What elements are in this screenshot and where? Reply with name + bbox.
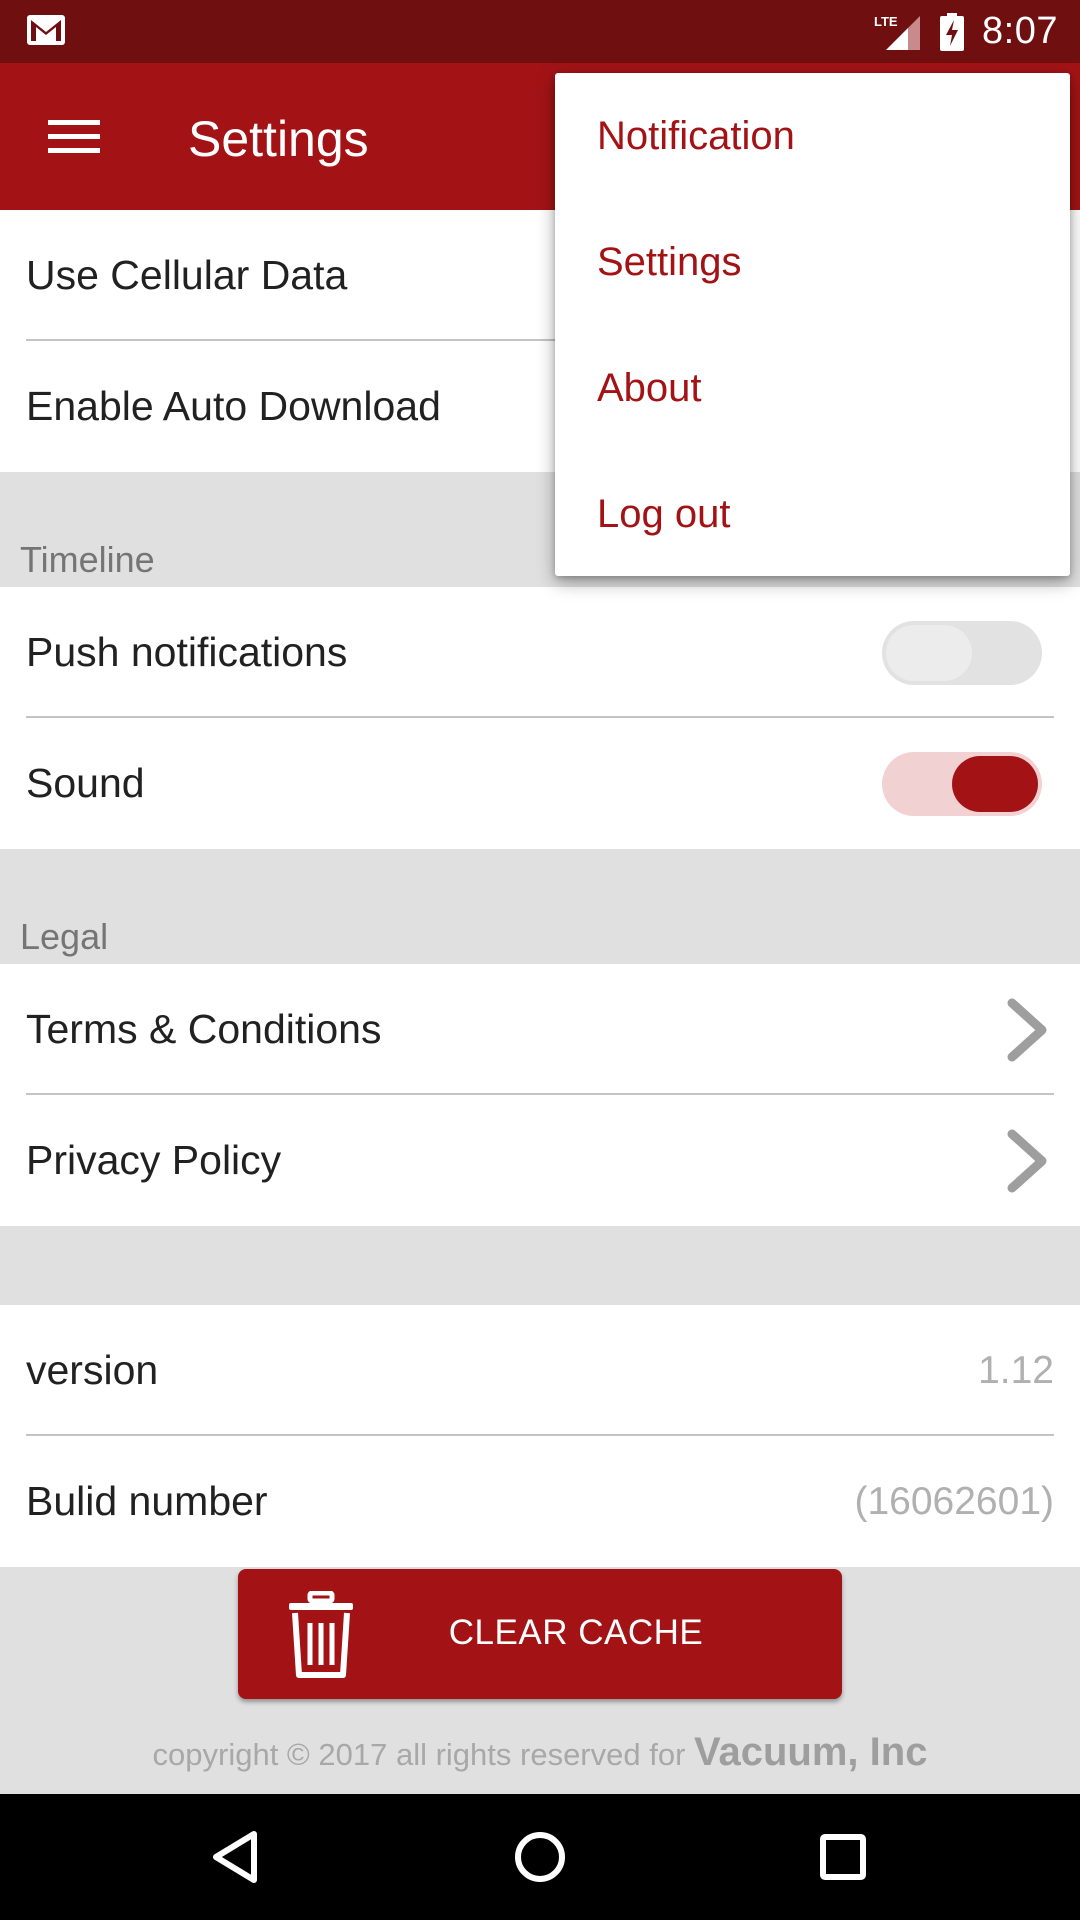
setting-label: Terms & Conditions [26,1006,382,1052]
toggle-knob [952,755,1038,812]
toggle-knob [886,624,972,681]
clear-cache-button[interactable]: CLEAR CACHE [238,1569,842,1699]
page-title: Settings [188,111,369,167]
chevron-right-icon [1007,1129,1047,1192]
menu-item-about[interactable]: About [555,325,1070,451]
section-header-legal: Legal [0,849,1080,964]
overflow-menu: Notification Settings About Log out [555,73,1070,576]
chevron-right-icon [1007,998,1047,1061]
setting-label: Push notifications [26,629,348,675]
setting-privacy-policy[interactable]: Privacy Policy [0,1095,1080,1226]
info-value: (16062601) [854,1479,1055,1523]
recents-icon[interactable] [808,1822,878,1892]
info-value: 1.12 [978,1348,1054,1392]
setting-label: Privacy Policy [26,1137,282,1183]
section-spacer [0,1226,1080,1305]
menu-item-notification[interactable]: Notification [555,73,1070,199]
company-name: Vacuum, Inc [694,1730,928,1774]
clear-cache-label: CLEAR CACHE [448,1613,704,1652]
setting-push-notifications: Push notifications [0,587,1080,718]
menu-item-settings[interactable]: Settings [555,199,1070,325]
section-label: Legal [20,916,109,957]
setting-label: Sound [26,760,145,806]
info-label: version [26,1347,159,1393]
info-build-number: Bulid number (16062601) [0,1436,1080,1567]
setting-label: Enable Auto Download [26,383,441,429]
system-nav-bar [0,1794,1080,1920]
signal-icon: LTE [874,14,921,50]
home-icon[interactable] [505,1822,575,1892]
menu-item-log-out[interactable]: Log out [555,451,1070,577]
gmail-icon [27,15,65,45]
back-icon[interactable] [202,1822,272,1892]
info-version: version 1.12 [0,1305,1080,1436]
push-notifications-toggle[interactable] [882,620,1042,685]
clock: 8:07 [982,10,1058,52]
copyright-text: copyright © 2017 all rights reserved for [152,1737,686,1772]
battery-charging-icon [940,12,965,51]
copyright-notice: copyright © 2017 all rights reserved for… [0,1730,1080,1775]
status-bar: LTE 8:07 [0,0,1080,63]
setting-terms-conditions[interactable]: Terms & Conditions [0,964,1080,1095]
setting-sound: Sound [0,718,1080,849]
svg-text:LTE: LTE [874,14,898,29]
setting-label: Use Cellular Data [26,252,348,298]
sound-toggle[interactable] [882,751,1042,816]
section-label: Timeline [20,539,155,580]
info-label: Bulid number [26,1478,268,1524]
hamburger-menu-icon[interactable] [48,118,100,156]
